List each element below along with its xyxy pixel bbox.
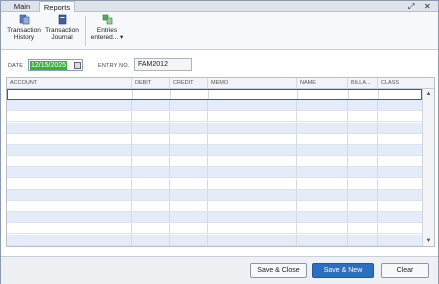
grid-cell-divider [8,90,379,99]
date-field[interactable]: 12/15/2025 [28,59,83,71]
chevron-down-icon: ▾ [120,34,124,41]
transaction-history-label-1: Transaction [7,27,41,34]
entries-entered-label-1: Entries [96,27,118,34]
tab-main[interactable]: Main [7,1,37,12]
table-row[interactable] [7,156,422,168]
grid-cell-divider [7,122,378,133]
ribbon-separator [85,16,86,46]
transaction-history-label-2: History [13,34,35,41]
table-row[interactable] [7,223,422,235]
ribbon-toolbar: Transaction History Transaction Journal … [1,12,438,50]
table-row[interactable] [7,212,422,224]
entries-entered-dropdown[interactable]: Entries entered... ▾ [89,14,125,41]
column-credit[interactable]: CREDIT [170,78,208,89]
entry-no-label: ENTRY NO. [98,63,130,69]
journal-entry-grid: ACCOUNT DEBIT CREDIT MEMO NAME BILLA... … [6,77,435,247]
journal-icon [58,14,66,25]
grid-cell-divider [7,111,378,122]
column-debit[interactable]: DEBIT [132,78,170,89]
grid-header: ACCOUNT DEBIT CREDIT MEMO NAME BILLA... … [7,78,434,89]
table-row[interactable] [7,133,422,145]
transaction-history-button[interactable]: Transaction History [5,14,43,41]
table-row[interactable] [7,234,422,246]
table-row[interactable] [7,201,422,212]
date-value: 12/15/2025 [30,61,68,70]
grid-cell-divider [7,133,378,144]
vertical-scrollbar[interactable]: ▲ ▼ [422,89,434,246]
column-name[interactable]: NAME [297,78,348,89]
grid-body [7,89,422,246]
transaction-journal-button[interactable]: Transaction Journal [44,14,80,41]
grid-cell-divider [7,201,378,211]
table-row[interactable] [7,178,422,190]
grid-cell-divider [7,189,378,200]
date-label: DATE [8,63,24,69]
scroll-down-icon[interactable]: ▼ [423,236,434,246]
close-icon[interactable]: ✕ [424,2,431,11]
grid-cell-divider [7,223,378,234]
entries-entered-label-2: entered... [90,34,119,41]
transaction-journal-label-2: Journal [51,34,73,41]
save-close-button[interactable]: Save & Close [250,263,307,278]
table-row[interactable] [7,122,422,134]
table-row[interactable] [7,111,422,123]
transaction-journal-label-1: Transaction [45,27,79,34]
ribbon-tab-strip: Main Reports ⤢ ✕ [1,1,438,13]
footer-bar: Save & Close Save & New Clear [1,256,438,284]
column-class[interactable]: CLASS [378,78,422,89]
calendar-icon[interactable] [74,62,81,69]
grid-cell-divider [7,212,378,223]
clear-button[interactable]: Clear [381,263,429,278]
grid-cell-divider [7,167,378,178]
table-row[interactable] [7,167,422,179]
column-billable[interactable]: BILLA... [348,78,378,89]
grid-cell-divider [7,145,378,155]
table-row[interactable] [7,89,422,100]
journal-entry-window: Main Reports ⤢ ✕ Transaction History Tra… [0,0,439,284]
entry-no-field[interactable]: FAM2012 [134,58,192,71]
column-account[interactable]: ACCOUNT [7,78,132,89]
column-memo[interactable]: MEMO [208,78,297,89]
save-new-button[interactable]: Save & New [312,263,374,278]
table-row[interactable] [7,145,422,156]
grid-cell-divider [7,178,378,189]
table-row[interactable] [7,100,422,112]
table-row[interactable] [7,189,422,201]
transaction-history-icon [19,14,29,25]
grid-cell-divider [7,100,378,111]
entries-icon [102,14,112,25]
expand-icon[interactable]: ⤢ [408,2,414,12]
grid-cell-divider [7,156,378,167]
grid-cell-divider [7,234,378,245]
scroll-up-icon[interactable]: ▲ [423,89,434,99]
